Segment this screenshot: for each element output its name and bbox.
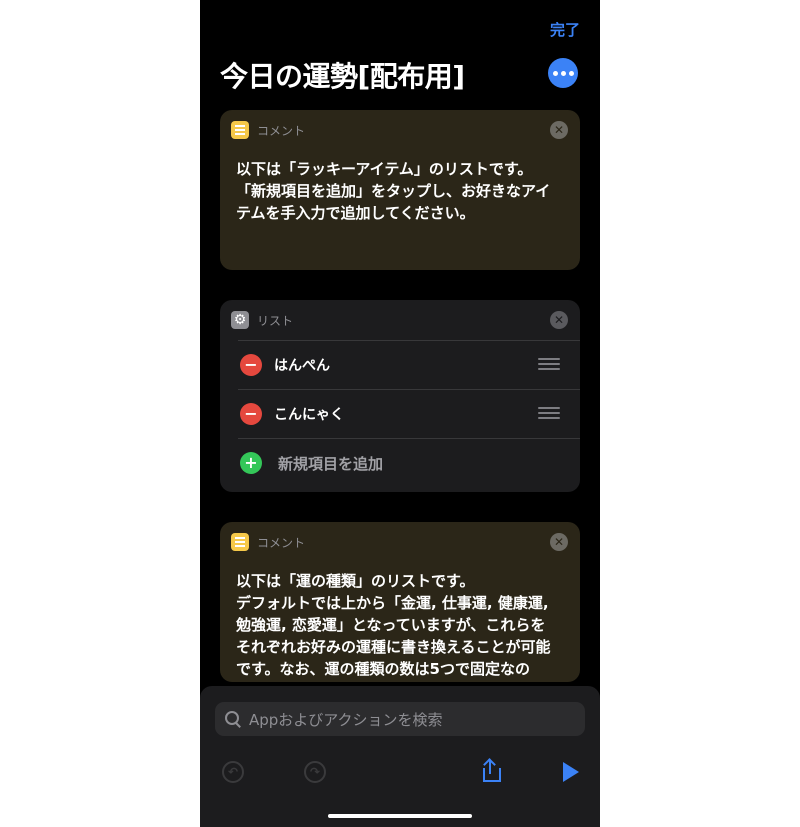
list-item-label[interactable]: はんぺん xyxy=(274,355,330,375)
note-icon xyxy=(231,533,249,551)
share-icon[interactable] xyxy=(479,758,503,783)
comment-action-card[interactable]: コメント ✕ 以下は「運の種類」のリストです。 デフォルトでは上から「金運, 仕… xyxy=(220,522,580,682)
play-icon xyxy=(563,762,579,782)
add-item-row[interactable]: + 新規項目を追加 xyxy=(238,438,580,487)
comment-text[interactable]: 以下は「ラッキーアイテム」のリストです。 「新規項目を追加」をタップし、お好きな… xyxy=(220,150,580,224)
list-item-label[interactable]: こんにゃく xyxy=(274,404,344,424)
comment-action-card[interactable]: コメント ✕ 以下は「ラッキーアイテム」のリストです。 「新規項目を追加」をタッ… xyxy=(220,110,580,270)
card-label: コメント xyxy=(257,123,306,138)
home-indicator[interactable] xyxy=(328,814,472,818)
remove-item-button[interactable]: − xyxy=(240,403,262,425)
list-item[interactable]: − こんにゃく xyxy=(238,389,580,438)
comment-text[interactable]: 以下は「運の種類」のリストです。 デフォルトでは上から「金運, 仕事運, 健康運… xyxy=(220,562,580,680)
add-item-label[interactable]: 新規項目を追加 xyxy=(278,453,383,474)
search-placeholder: Appおよびアクションを検索 xyxy=(249,710,443,729)
close-icon[interactable]: ✕ xyxy=(550,121,568,139)
redo-icon[interactable]: ↷ xyxy=(304,761,326,783)
list-action-card[interactable]: ⚙ リスト ✕ − はんぺん − こんにゃく + 新規項目を追加 xyxy=(220,300,580,492)
drag-handle-icon[interactable] xyxy=(538,358,560,370)
play-button[interactable] xyxy=(563,762,587,786)
note-icon xyxy=(231,121,249,139)
ellipsis-icon xyxy=(552,70,558,76)
drag-handle-icon[interactable] xyxy=(538,407,560,419)
undo-icon[interactable]: ↶ xyxy=(222,761,244,783)
ellipsis-icon xyxy=(560,70,566,76)
card-header: ⚙ リスト ✕ xyxy=(220,300,580,340)
close-icon[interactable]: ✕ xyxy=(550,311,568,329)
close-icon[interactable]: ✕ xyxy=(550,533,568,551)
card-label: コメント xyxy=(257,535,306,550)
more-options-button[interactable] xyxy=(548,58,578,88)
gear-icon: ⚙ xyxy=(231,311,249,329)
add-item-button[interactable]: + xyxy=(240,452,262,474)
card-header: コメント ✕ xyxy=(220,522,580,562)
editor-toolbar: ↶ ↷ xyxy=(200,752,600,792)
remove-item-button[interactable]: − xyxy=(240,354,262,376)
list-item[interactable]: − はんぺん xyxy=(238,340,580,389)
bottom-panel: Appおよびアクションを検索 ↶ ↷ xyxy=(200,686,600,827)
card-header: コメント ✕ xyxy=(220,110,580,150)
page-title: 今日の運勢[配布用] xyxy=(220,60,465,93)
search-icon xyxy=(225,711,241,728)
done-button[interactable]: 完了 xyxy=(550,19,580,40)
ellipsis-icon xyxy=(568,70,574,76)
search-input[interactable]: Appおよびアクションを検索 xyxy=(215,702,585,736)
card-label: リスト xyxy=(257,313,294,328)
shortcut-editor-screen: 完了 今日の運勢[配布用] コメント ✕ 以下は「ラッキーアイテム」のリストです… xyxy=(200,0,600,827)
